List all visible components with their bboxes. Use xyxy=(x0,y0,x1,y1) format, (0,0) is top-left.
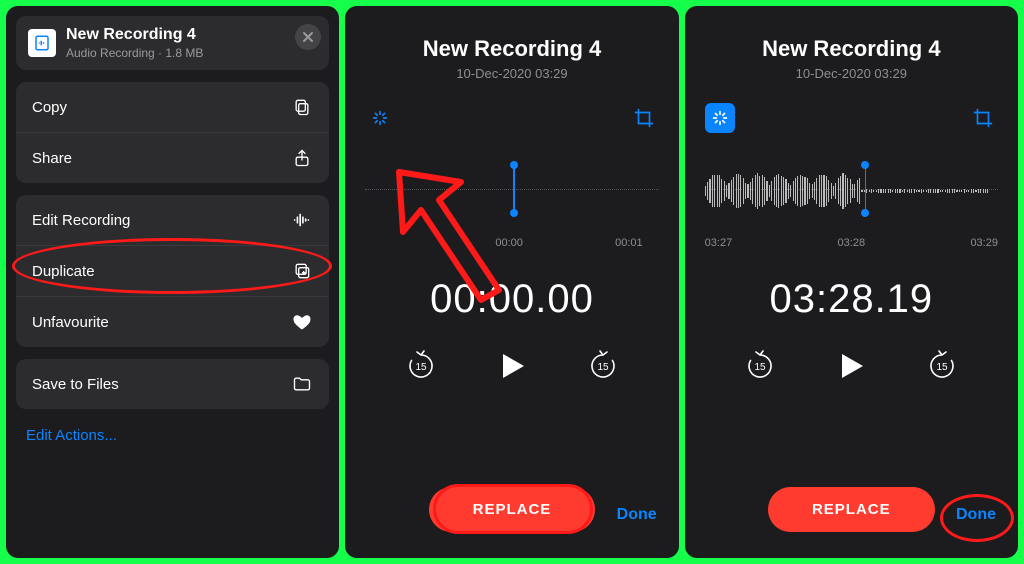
skip-back-button[interactable]: 15 xyxy=(743,349,777,383)
menu-group-1: Copy Share xyxy=(16,82,329,183)
close-button[interactable] xyxy=(295,24,321,50)
menu-label: Share xyxy=(32,150,72,167)
copy-icon xyxy=(291,96,313,118)
trim-handle-left[interactable] xyxy=(513,165,515,213)
file-subtitle: Audio Recording · 1.8 MB xyxy=(66,46,203,60)
menu-label: Save to Files xyxy=(32,376,119,393)
menu-edit-recording[interactable]: Edit Recording xyxy=(16,195,329,246)
svg-text:15: 15 xyxy=(597,362,609,373)
playback-controls: 15 15 xyxy=(345,348,678,384)
svg-text:15: 15 xyxy=(937,362,949,373)
duplicate-icon xyxy=(291,260,313,282)
waveform-bars xyxy=(705,171,998,211)
context-menu-screen: New Recording 4 Audio Recording · 1.8 MB… xyxy=(6,6,339,558)
folder-icon xyxy=(291,373,313,395)
skip-forward-button[interactable]: 15 xyxy=(925,349,959,383)
heart-icon xyxy=(291,311,313,333)
editor-header: New Recording 4 10-Dec-2020 03:29 xyxy=(685,6,1018,81)
skip-back-icon: 15 xyxy=(743,349,777,383)
menu-unfavourite[interactable]: Unfavourite xyxy=(16,297,329,347)
skip-forward-icon: 15 xyxy=(586,349,620,383)
crop-icon xyxy=(972,107,994,129)
crop-button[interactable] xyxy=(968,103,998,133)
file-title: New Recording 4 xyxy=(66,26,203,44)
playback-controls: 15 15 xyxy=(685,348,1018,384)
edit-actions-link[interactable]: Edit Actions... xyxy=(6,415,339,456)
file-header: New Recording 4 Audio Recording · 1.8 MB xyxy=(16,16,329,70)
menu-save-to-files[interactable]: Save to Files xyxy=(16,359,329,409)
menu-duplicate[interactable]: Duplicate xyxy=(16,246,329,297)
menu-share[interactable]: Share xyxy=(16,133,329,183)
done-link[interactable]: Done xyxy=(617,506,657,524)
file-thumbnail-icon xyxy=(28,29,56,57)
current-time: 03:28.19 xyxy=(685,277,1018,322)
menu-label: Duplicate xyxy=(32,263,95,280)
menu-label: Copy xyxy=(32,99,67,116)
menu-group-3: Save to Files xyxy=(16,359,329,409)
magic-wand-icon xyxy=(709,107,731,129)
skip-forward-button[interactable]: 15 xyxy=(586,349,620,383)
menu-label: Edit Recording xyxy=(32,212,130,229)
skip-back-button[interactable]: 15 xyxy=(404,349,438,383)
current-time: 00:00.00 xyxy=(345,277,678,322)
replace-button[interactable]: REPLACE xyxy=(768,487,935,532)
magic-wand-button[interactable] xyxy=(705,103,735,133)
menu-copy[interactable]: Copy xyxy=(16,82,329,133)
crop-icon xyxy=(633,107,655,129)
svg-text:15: 15 xyxy=(755,362,767,373)
waveform-baseline xyxy=(365,189,658,190)
recording-title: New Recording 4 xyxy=(685,36,1018,62)
close-icon xyxy=(302,31,314,43)
menu-group-2: Edit Recording Duplicate Unfavourite xyxy=(16,195,329,347)
trim-handle[interactable] xyxy=(865,165,867,213)
waveform-icon xyxy=(291,209,313,231)
editor-screen-start: New Recording 4 10-Dec-2020 03:29 00:00 … xyxy=(345,6,678,558)
play-icon xyxy=(494,348,530,384)
editor-header: New Recording 4 10-Dec-2020 03:29 xyxy=(345,6,678,81)
replace-button[interactable]: REPLACE xyxy=(429,487,596,532)
play-icon xyxy=(833,348,869,384)
editor-screen-end: New Recording 4 10-Dec-2020 03:29 03:27 … xyxy=(685,6,1018,558)
magic-wand-button[interactable] xyxy=(365,103,395,133)
share-icon xyxy=(291,147,313,169)
recording-date: 10-Dec-2020 03:29 xyxy=(685,66,1018,81)
recording-title: New Recording 4 xyxy=(345,36,678,62)
crop-button[interactable] xyxy=(629,103,659,133)
waveform-area[interactable] xyxy=(705,151,998,241)
menu-label: Unfavourite xyxy=(32,314,109,331)
magic-wand-icon xyxy=(369,107,391,129)
skip-back-icon: 15 xyxy=(404,349,438,383)
done-link[interactable]: Done xyxy=(956,506,996,524)
skip-forward-icon: 15 xyxy=(925,349,959,383)
waveform-area[interactable] xyxy=(365,151,658,241)
svg-text:15: 15 xyxy=(415,362,427,373)
recording-date: 10-Dec-2020 03:29 xyxy=(345,66,678,81)
play-button[interactable] xyxy=(833,348,869,384)
play-button[interactable] xyxy=(494,348,530,384)
